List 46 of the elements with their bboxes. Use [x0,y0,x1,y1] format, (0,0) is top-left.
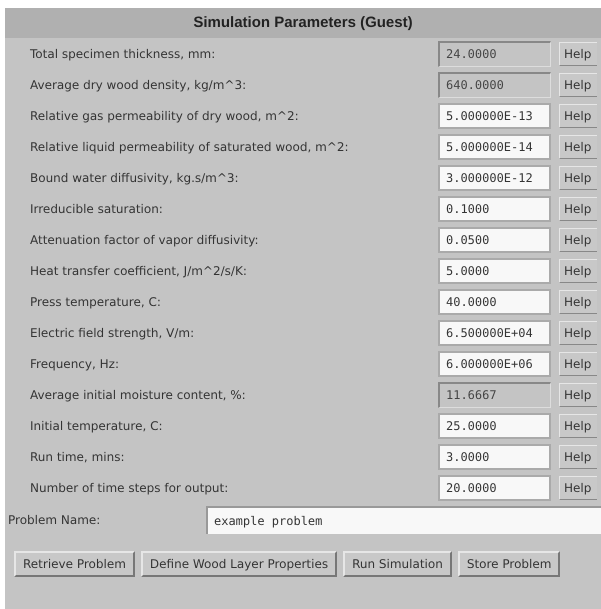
input-field[interactable]: 3.0000 [438,444,551,470]
field-label: Relative liquid permeability of saturated wood, m^2: [30,138,350,156]
input-field[interactable]: 6.000000E+06 [438,350,551,376]
help-button[interactable]: Help [559,228,597,252]
input-field[interactable]: 5.000000E-14 [438,134,551,160]
field-label: Relative gas permeability of dry wood, m^2: [30,108,300,124]
help-button[interactable]: Help [559,196,597,220]
help-button[interactable]: Help [559,414,597,438]
help-button[interactable]: Help [559,444,597,468]
action-button[interactable]: Retrieve Problem [14,551,135,577]
help-button[interactable]: Help [559,258,597,282]
action-button[interactable]: Store Problem [458,551,560,577]
field-label: Average dry wood density, kg/m^3: [30,76,248,94]
input-field[interactable]: 5.0000 [438,258,551,284]
field-label: Average initial moisture content, %: [30,386,247,404]
field-label: Number of time steps for output: [30,480,230,496]
input-field[interactable]: 25.0000 [438,412,551,438]
help-button[interactable]: Help [559,166,597,190]
field-label: Run time, mins: [30,448,126,466]
field-label: Attenuation factor of vapor diffusivity: [30,232,260,248]
field-label: Problem Name: [8,512,102,529]
action-button[interactable]: Define Wood Layer Properties [140,551,338,577]
help-button[interactable]: Help [559,290,597,314]
field-label: Frequency, Hz: [30,356,120,372]
field-label: Initial temperature, C: [30,418,164,434]
input-field[interactable]: 5.000000E-13 [438,102,551,128]
input-field[interactable]: 0.0500 [438,226,551,252]
help-button[interactable]: Help [559,320,597,344]
input-field[interactable]: 0.1000 [438,196,551,222]
field-label: Total specimen thickness, mm: [30,46,216,62]
help-button[interactable]: Help [559,476,597,500]
input-field[interactable]: 6.500000E+04 [438,320,551,346]
input-field[interactable]: 3.000000E-12 [438,164,551,190]
help-button[interactable]: Help [559,134,597,158]
help-button[interactable]: Help [559,352,597,376]
field-label: Heat transfer coefficient, J/m^2/s/K: [30,262,248,280]
input-field[interactable]: 20.0000 [438,474,551,500]
field-label: Press temperature, C: [30,294,162,310]
field-label: Bound water diffusivity, kg.s/m^3: [30,170,240,186]
window-title: Simulation Parameters (Guest) [5,8,601,38]
action-button[interactable]: Run Simulation [343,551,452,577]
input-field[interactable]: 40.0000 [438,288,551,314]
help-button[interactable]: Help [559,104,597,128]
field-label: Irreducible saturation: [30,200,164,218]
field-label: Electric field strength, V/m: [30,324,196,342]
problem-name-field[interactable]: example problem [206,506,601,534]
